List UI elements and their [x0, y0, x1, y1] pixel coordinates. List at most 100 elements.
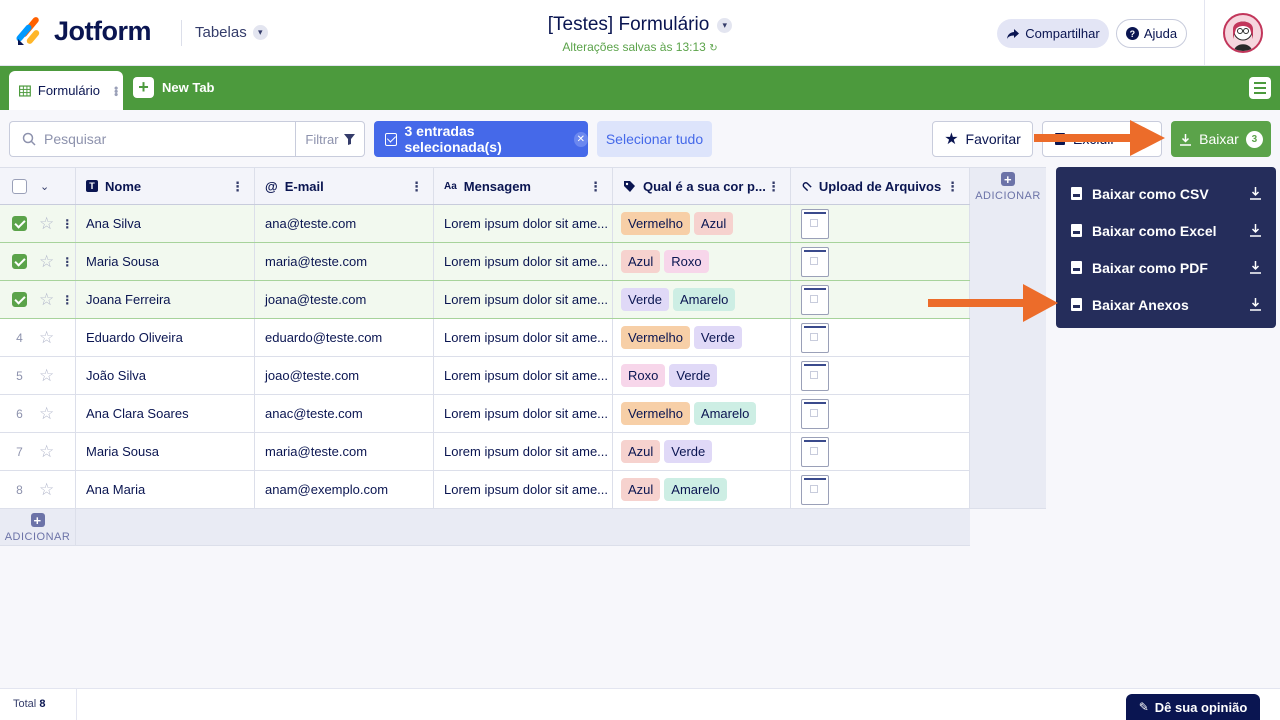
file-thumbnail[interactable] [801, 284, 829, 315]
cell-name[interactable]: Maria Sousa [76, 433, 255, 470]
cell-color[interactable]: Vermelho Azul [613, 205, 791, 242]
cell-email[interactable]: anam@exemplo.com [255, 471, 434, 508]
column-header-message[interactable]: Aa Mensagem ⋮ [434, 168, 613, 204]
row-menu-icon[interactable]: ⋮ [61, 217, 73, 231]
search-input[interactable] [44, 131, 284, 147]
column-menu-icon[interactable]: ⋮ [946, 179, 959, 195]
cell-message[interactable]: Lorem ipsum dolor sit ame... [434, 471, 613, 508]
star-icon[interactable]: ☆ [39, 404, 54, 424]
cell-upload[interactable] [791, 357, 970, 394]
file-thumbnail[interactable] [801, 322, 829, 353]
cell-email[interactable]: joana@teste.com [255, 281, 434, 318]
file-thumbnail[interactable] [801, 436, 829, 467]
file-thumbnail[interactable] [801, 398, 829, 429]
star-icon[interactable]: ☆ [39, 290, 54, 310]
file-thumbnail[interactable] [801, 360, 829, 391]
favorite-button[interactable]: ★ Favoritar [932, 121, 1033, 157]
user-avatar[interactable] [1223, 13, 1263, 53]
download-csv-item[interactable]: Baixar como CSV [1056, 175, 1276, 212]
tables-dropdown[interactable]: Tabelas ▾ [195, 24, 268, 41]
cell-color[interactable]: Azul Roxo [613, 243, 791, 280]
chevron-down-icon[interactable]: ⌄ [40, 180, 49, 193]
cell-name[interactable]: Joana Ferreira ⤢Ver [76, 281, 255, 318]
row-checkbox[interactable] [12, 292, 27, 307]
cell-name[interactable]: Maria Sousa [76, 243, 255, 280]
cell-email[interactable]: maria@teste.com [255, 433, 434, 470]
close-icon[interactable]: ✕ [573, 131, 588, 147]
cell-color[interactable]: Roxo Verde [613, 357, 791, 394]
cell-message[interactable]: Lorem ipsum dolor sit ame... [434, 205, 613, 242]
file-thumbnail[interactable] [801, 208, 829, 239]
column-menu-icon[interactable]: ⋮ [767, 179, 780, 195]
table-row[interactable]: 8 ☆ Ana Maria anam@exemplo.com Lorem ips… [0, 471, 970, 509]
cell-color[interactable]: Azul Verde [613, 433, 791, 470]
cell-color[interactable]: Azul Amarelo [613, 471, 791, 508]
cell-upload[interactable] [791, 471, 970, 508]
hamburger-menu-button[interactable] [1249, 77, 1271, 99]
cell-upload[interactable] [791, 205, 970, 242]
star-icon[interactable]: ☆ [39, 366, 54, 386]
select-all-button[interactable]: Selecionar tudo [597, 121, 712, 157]
add-column-button[interactable]: + ADICIONAR [970, 168, 1046, 203]
chevron-down-icon[interactable]: ▾ [717, 17, 733, 33]
selected-entries-chip[interactable]: 3 entradas selecionada(s) ✕ [374, 121, 588, 157]
table-row[interactable]: 4 ☆ Eduardo Oliveira eduardo@teste.com L… [0, 319, 970, 357]
table-row[interactable]: ☆ ⋮ Maria Sousa maria@teste.com Lorem ip… [0, 243, 970, 281]
cell-email[interactable]: maria@teste.com [255, 243, 434, 280]
table-row[interactable]: 7 ☆ Maria Sousa maria@teste.com Lorem ip… [0, 433, 970, 471]
new-tab-button[interactable]: + New Tab [133, 77, 215, 98]
star-icon[interactable]: ☆ [39, 480, 54, 500]
cell-color[interactable]: Verde Amarelo [613, 281, 791, 318]
row-checkbox[interactable] [12, 216, 27, 231]
download-attachments-item[interactable]: Baixar Anexos [1056, 286, 1276, 323]
cell-message[interactable]: Lorem ipsum dolor sit ame... [434, 395, 613, 432]
filter-button[interactable]: Filtrar [295, 121, 365, 157]
cell-upload[interactable] [791, 395, 970, 432]
tab-options-icon[interactable]: ••• [109, 86, 123, 96]
cell-name[interactable]: Ana Maria [76, 471, 255, 508]
cell-color[interactable]: Vermelho Amarelo [613, 395, 791, 432]
row-menu-icon[interactable]: ⋮ [61, 255, 73, 269]
download-excel-item[interactable]: Baixar como Excel [1056, 212, 1276, 249]
column-menu-icon[interactable]: ⋮ [410, 179, 423, 195]
column-header-email[interactable]: @ E-mail ⋮ [255, 168, 434, 204]
cell-name[interactable]: Ana Silva [76, 205, 255, 242]
row-menu-icon[interactable]: ⋮ [61, 293, 73, 307]
column-menu-icon[interactable]: ⋮ [589, 179, 602, 195]
cell-upload[interactable] [791, 433, 970, 470]
cell-name[interactable]: João Silva [76, 357, 255, 394]
cell-message[interactable]: Lorem ipsum dolor sit ame... [434, 357, 613, 394]
cell-email[interactable]: ana@teste.com [255, 205, 434, 242]
column-header-upload[interactable]: ⊂ Upload de Arquivos ⋮ [791, 168, 970, 204]
download-pdf-item[interactable]: Baixar como PDF [1056, 249, 1276, 286]
cell-name[interactable]: Ana Clara Soares [76, 395, 255, 432]
cell-upload[interactable] [791, 319, 970, 356]
star-icon[interactable]: ☆ [39, 328, 54, 348]
star-icon[interactable]: ☆ [39, 252, 54, 272]
select-all-checkbox[interactable] [12, 178, 27, 194]
cell-email[interactable]: anac@teste.com [255, 395, 434, 432]
column-header-color[interactable]: Qual é a sua cor p... ⋮ [613, 168, 791, 204]
tab-formulario[interactable]: Formulário ••• [9, 71, 123, 110]
cell-message[interactable]: Lorem ipsum dolor sit ame... [434, 243, 613, 280]
cell-message[interactable]: Lorem ipsum dolor sit ame... [434, 319, 613, 356]
column-header-name[interactable]: T Nome ⋮ [76, 168, 255, 204]
file-thumbnail[interactable] [801, 474, 829, 505]
help-button[interactable]: ? Ajuda [1116, 19, 1187, 48]
add-row-button[interactable]: + ADICIONAR [0, 509, 76, 546]
form-title[interactable]: [Testes] Formulário ▾ [548, 14, 733, 36]
table-row[interactable]: ☆ ⋮ Ana Silva ana@teste.com Lorem ipsum … [0, 205, 970, 243]
cell-name[interactable]: Eduardo Oliveira [76, 319, 255, 356]
row-checkbox[interactable] [12, 254, 27, 269]
cell-email[interactable]: eduardo@teste.com [255, 319, 434, 356]
table-row[interactable]: 5 ☆ João Silva joao@teste.com Lorem ipsu… [0, 357, 970, 395]
cell-message[interactable]: Lorem ipsum dolor sit ame... [434, 281, 613, 318]
cell-color[interactable]: Vermelho Verde [613, 319, 791, 356]
column-menu-icon[interactable]: ⋮ [231, 179, 244, 195]
star-icon[interactable]: ☆ [39, 442, 54, 462]
cell-email[interactable]: joao@teste.com [255, 357, 434, 394]
share-button[interactable]: Compartilhar [997, 19, 1109, 48]
file-thumbnail[interactable] [801, 246, 829, 277]
download-button[interactable]: Baixar 3 [1171, 121, 1271, 157]
table-row[interactable]: 6 ☆ Ana Clara Soares anac@teste.com Lore… [0, 395, 970, 433]
